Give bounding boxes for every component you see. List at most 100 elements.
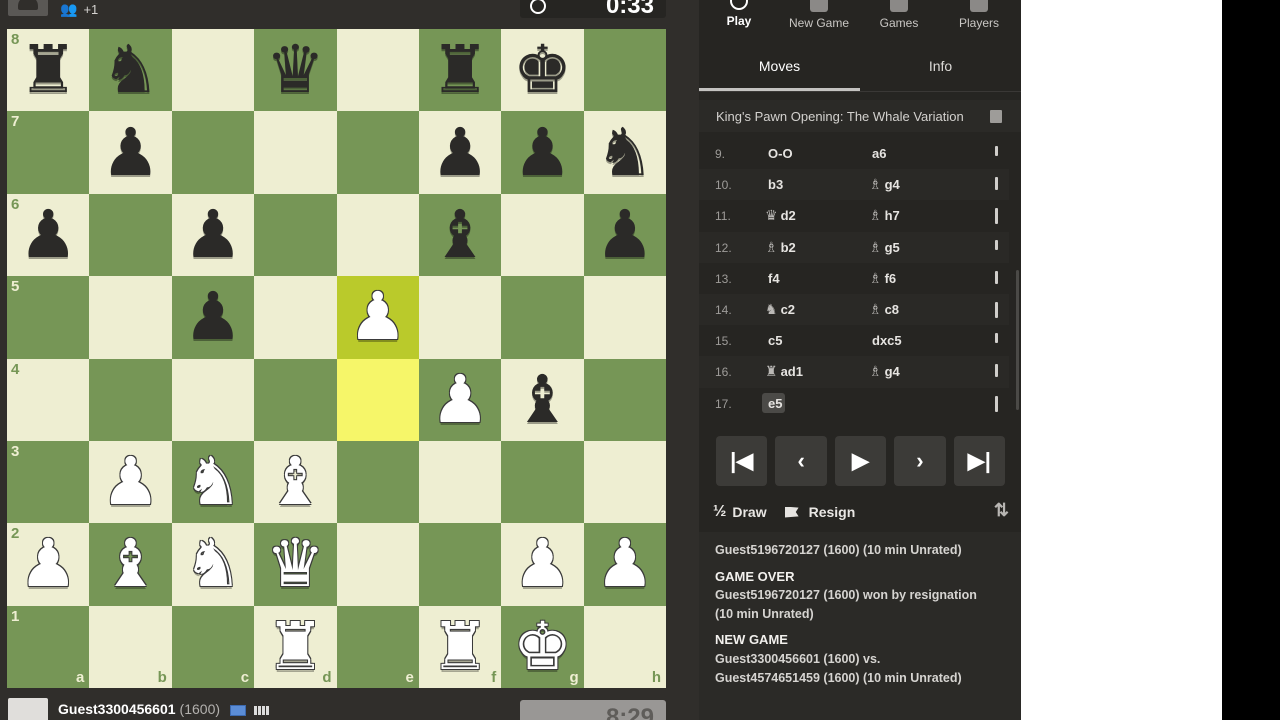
square-g1[interactable]: g ♚: [501, 605, 584, 688]
square-e5[interactable]: ♟: [336, 276, 419, 359]
last-move-button[interactable]: ▶|: [953, 436, 1006, 486]
square-g6[interactable]: [501, 193, 584, 277]
square-h5[interactable]: [583, 276, 666, 359]
black-pawn-icon[interactable]: ♟: [101, 119, 160, 186]
square-a4[interactable]: 4: [7, 358, 90, 441]
white-rook-icon[interactable]: ♜: [266, 613, 325, 680]
black-pawn-icon[interactable]: ♟: [183, 201, 242, 268]
square-a7[interactable]: 7: [7, 111, 90, 194]
black-knight-icon[interactable]: ♞: [595, 119, 654, 186]
square-g4[interactable]: ♝: [501, 358, 584, 441]
square-f4[interactable]: ♟: [418, 358, 502, 441]
black-rook-icon[interactable]: ♜: [430, 37, 489, 103]
square-d7[interactable]: [254, 111, 337, 194]
tab-moves[interactable]: Moves: [699, 44, 860, 91]
square-e4[interactable]: [336, 358, 419, 441]
square-e6[interactable]: [336, 193, 419, 277]
black-move[interactable]: ♗ h7: [869, 207, 900, 224]
square-c8[interactable]: [171, 29, 255, 112]
black-move[interactable]: [869, 395, 872, 411]
white-bishop-icon[interactable]: ♝: [266, 449, 325, 515]
black-move[interactable]: a6: [869, 145, 886, 161]
black-move[interactable]: dxc5: [869, 332, 902, 348]
square-g3[interactable]: [501, 440, 584, 524]
square-b7[interactable]: ♟: [89, 111, 172, 194]
white-queen-icon[interactable]: ♛: [266, 531, 325, 597]
square-g5[interactable]: [501, 276, 584, 359]
black-pawn-icon[interactable]: ♟: [183, 284, 242, 350]
black-pawn-icon[interactable]: ♟: [430, 119, 489, 186]
nav-games[interactable]: Games: [859, 0, 939, 40]
white-move[interactable]: ♗ b2: [765, 239, 796, 256]
black-queen-icon[interactable]: ♛: [266, 37, 325, 103]
square-a6[interactable]: 6 ♟: [7, 193, 90, 277]
resign-button[interactable]: Resign: [809, 504, 856, 520]
white-bishop-icon[interactable]: ♝: [101, 531, 160, 597]
white-move[interactable]: O-O: [765, 145, 793, 161]
square-a3[interactable]: 3: [7, 440, 90, 524]
square-f1[interactable]: f ♜: [418, 605, 502, 688]
square-h1[interactable]: h: [583, 605, 666, 688]
black-move[interactable]: ♗ c8: [869, 301, 899, 318]
square-b8[interactable]: ♞: [89, 29, 172, 112]
white-pawn-icon[interactable]: ♟: [101, 449, 160, 515]
white-knight-icon[interactable]: ♞: [183, 449, 242, 515]
square-e2[interactable]: [336, 523, 419, 606]
square-d1[interactable]: d ♜: [254, 605, 337, 688]
white-pawn-icon[interactable]: ♟: [513, 531, 572, 597]
square-a1[interactable]: 1a: [7, 605, 90, 688]
square-f3[interactable]: [418, 440, 502, 524]
white-move[interactable]: e5: [762, 392, 786, 413]
square-b3[interactable]: ♟: [89, 440, 172, 524]
square-c3[interactable]: ♞: [171, 440, 255, 524]
spectators[interactable]: 👥 +1: [60, 1, 98, 18]
black-pawn-icon[interactable]: ♟: [595, 201, 654, 268]
square-e7[interactable]: [336, 111, 419, 194]
square-f8[interactable]: ♜: [418, 29, 502, 112]
white-king-icon[interactable]: ♚: [513, 613, 572, 680]
white-move[interactable]: b3: [765, 176, 783, 192]
chess-board[interactable]: 8 ♜ ♞ ♛ ♜ ♚ 7 ♟ ♟ ♟ ♞ 6 ♟ ♟ ♝ ♟ 5 ♟ ♟ 4 ♟ ♝ 3 ♟ ♞ ♝ 2 ♟ ♝ ♞ ♛ ♟ ♟ 1 a b c d ♜ e…: [7, 29, 666, 688]
square-a2[interactable]: 2 ♟: [7, 523, 90, 606]
square-c4[interactable]: [171, 358, 255, 441]
square-b1[interactable]: b: [89, 605, 172, 688]
square-a5[interactable]: 5: [7, 276, 90, 359]
nav-new-game[interactable]: New Game: [779, 0, 859, 40]
black-move[interactable]: ♗ f6: [869, 270, 896, 287]
black-pawn-icon[interactable]: ♟: [19, 201, 78, 268]
square-d2[interactable]: ♛: [254, 523, 337, 606]
next-move-button[interactable]: ›: [894, 436, 946, 486]
square-c2[interactable]: ♞: [171, 523, 255, 606]
square-f7[interactable]: ♟: [418, 111, 502, 194]
previous-move-button[interactable]: ‹: [775, 436, 827, 486]
nav-play[interactable]: Play: [699, 0, 779, 40]
square-h4[interactable]: [583, 358, 666, 441]
white-pawn-icon[interactable]: ♟: [430, 366, 489, 433]
white-move[interactable]: ♜ ad1: [765, 363, 803, 380]
move-list-scrollbar[interactable]: [1016, 270, 1019, 410]
square-b2[interactable]: ♝: [89, 523, 172, 606]
square-g7[interactable]: ♟: [501, 111, 584, 194]
square-f6[interactable]: ♝: [418, 193, 502, 277]
square-c6[interactable]: ♟: [171, 193, 255, 277]
white-pawn-icon[interactable]: ♟: [19, 531, 78, 597]
flip-board-icon[interactable]: ⇅: [994, 500, 1009, 521]
black-move[interactable]: ♗ g5: [869, 239, 900, 256]
square-d5[interactable]: [254, 276, 337, 359]
black-move[interactable]: ♗ g4: [869, 176, 900, 193]
square-b6[interactable]: [89, 193, 172, 277]
square-c1[interactable]: c: [171, 605, 255, 688]
square-b4[interactable]: [89, 358, 172, 441]
square-c7[interactable]: [171, 111, 255, 194]
square-d6[interactable]: [254, 193, 337, 277]
white-move[interactable]: ♞ c2: [765, 301, 795, 318]
square-f5[interactable]: [418, 276, 502, 359]
square-d3[interactable]: ♝: [254, 440, 337, 524]
first-move-button[interactable]: |◀: [716, 436, 768, 486]
square-h3[interactable]: [583, 440, 666, 524]
black-king-icon[interactable]: ♚: [513, 37, 572, 103]
white-rook-icon[interactable]: ♜: [430, 613, 489, 680]
white-pawn-icon[interactable]: ♟: [595, 531, 654, 597]
player-info[interactable]: Guest3300456601 (1600): [58, 701, 270, 718]
square-g8[interactable]: ♚: [501, 29, 584, 112]
